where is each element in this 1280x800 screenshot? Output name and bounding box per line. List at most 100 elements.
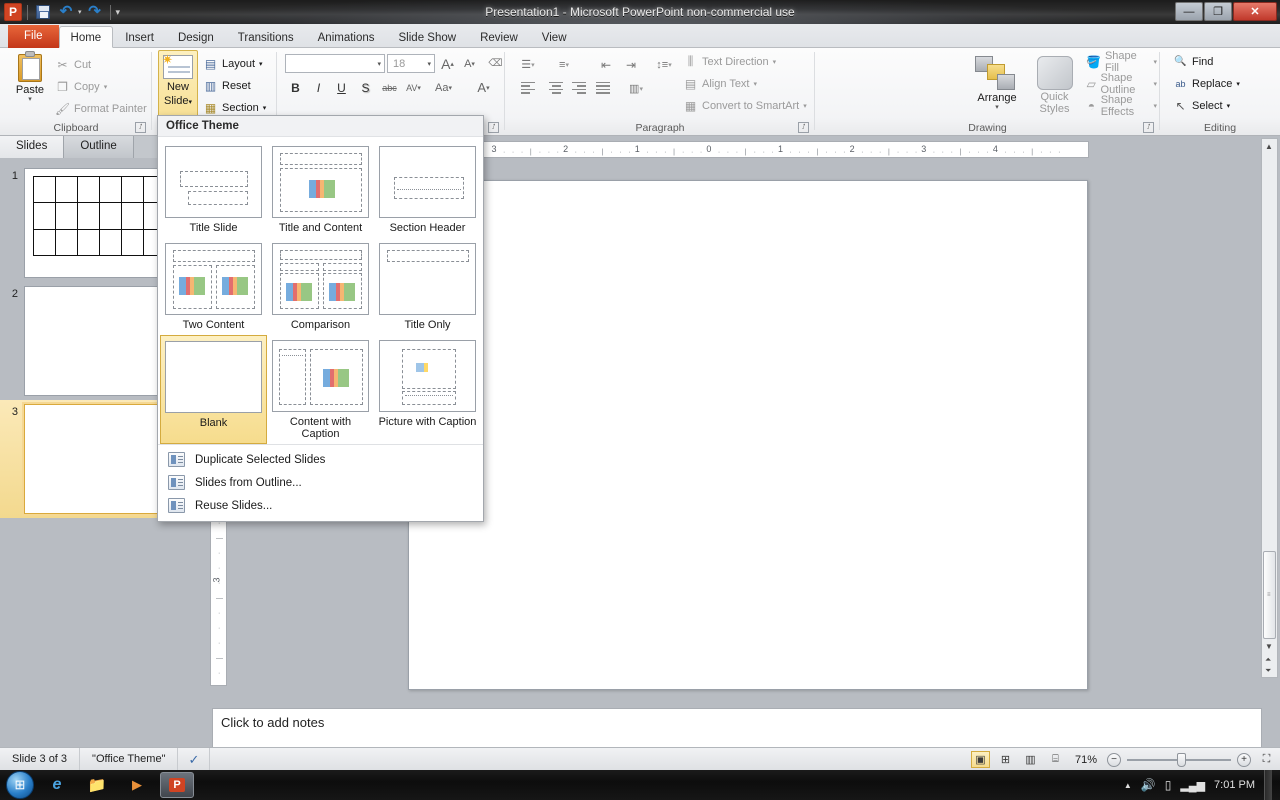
justify-button[interactable]: [592, 78, 614, 99]
text-shadow-button[interactable]: S: [355, 77, 376, 98]
scroll-up-icon[interactable]: ▲: [1265, 142, 1273, 151]
arrange-button[interactable]: Arrange ▾: [967, 54, 1027, 111]
increase-indent-button[interactable]: ⇥: [620, 54, 642, 75]
font-color-button[interactable]: A ▾: [473, 77, 494, 98]
zoom-slider[interactable]: [1127, 752, 1231, 767]
tab-view[interactable]: View: [530, 26, 579, 48]
status-right-controls[interactable]: ▣ ⊞ ▥ ⌸ 71% − + ⛶: [970, 748, 1276, 771]
previous-slide-icon[interactable]: ⏶: [1265, 655, 1271, 665]
zoom-slider-handle[interactable]: [1177, 752, 1186, 767]
shape-fill-button[interactable]: 🪣 Shape Fill ▾: [1083, 50, 1160, 74]
change-case-button[interactable]: Aa ▾: [433, 77, 454, 98]
window-controls[interactable]: — ❐ ✕: [1175, 2, 1277, 21]
select-caret-icon[interactable]: ▾: [1227, 102, 1231, 110]
paragraph-dialog-launcher[interactable]: ⭜: [798, 122, 809, 133]
text-direction-caret-icon[interactable]: ▾: [773, 58, 777, 66]
notes-pane[interactable]: Click to add notes: [212, 708, 1262, 748]
layout-option-title-slide[interactable]: Title Slide: [160, 141, 267, 238]
minimize-button[interactable]: —: [1175, 2, 1203, 21]
reset-button[interactable]: ▥ Reset: [200, 75, 254, 96]
clear-formatting-button[interactable]: ⌫: [485, 53, 506, 74]
tab-file[interactable]: File: [8, 25, 59, 48]
underline-button[interactable]: U: [331, 77, 352, 98]
align-left-button[interactable]: [517, 78, 539, 99]
show-hidden-icons-button[interactable]: ▲: [1124, 781, 1132, 790]
sidebar-tab-outline[interactable]: Outline: [64, 136, 134, 158]
columns-button[interactable]: ▥ ▾: [625, 78, 647, 99]
tab-home[interactable]: Home: [58, 26, 114, 48]
align-text-caret-icon[interactable]: ▾: [754, 80, 758, 88]
start-button[interactable]: ⊞: [6, 771, 34, 799]
paste-caret-icon[interactable]: ▾: [8, 96, 52, 103]
tab-insert[interactable]: Insert: [113, 26, 166, 48]
bold-button[interactable]: B: [285, 77, 306, 98]
layout-option-blank[interactable]: Blank: [160, 335, 267, 444]
slide-canvas[interactable]: [408, 180, 1088, 690]
slideshow-button[interactable]: ⌸: [1046, 751, 1065, 768]
taskbar-item-powerpoint[interactable]: P: [160, 772, 194, 798]
font-size-caret-icon[interactable]: ▾: [427, 60, 431, 68]
close-button[interactable]: ✕: [1233, 2, 1277, 21]
maximize-button[interactable]: ❐: [1204, 2, 1232, 21]
scrollbar-thumb[interactable]: ≡: [1263, 551, 1276, 639]
convert-to-smartart-button[interactable]: ▦ Convert to SmartArt ▾: [680, 95, 810, 116]
decrease-indent-button[interactable]: ⇤: [595, 54, 617, 75]
copy-button[interactable]: ❐ Copy ▾: [52, 76, 110, 97]
zoom-out-button[interactable]: −: [1107, 752, 1121, 767]
slide-thumbnail[interactable]: [24, 404, 172, 514]
find-button[interactable]: 🔍 Find: [1170, 51, 1216, 72]
section-caret-icon[interactable]: ▾: [263, 104, 267, 112]
zoom-in-button[interactable]: +: [1237, 752, 1251, 767]
bullets-button[interactable]: ☰ ▾: [517, 54, 539, 75]
shape-effects-button[interactable]: ◓ Shape Effects ▾: [1083, 94, 1160, 118]
shape-fill-caret-icon[interactable]: ▾: [1153, 58, 1157, 66]
system-tray[interactable]: ▲ 🔊 ▯ ▂▄▆ 7:01 PM: [1124, 770, 1280, 800]
font-size-input[interactable]: 18 ▾: [387, 54, 435, 73]
shrink-font-button[interactable]: A ▾: [459, 53, 480, 74]
shape-outline-button[interactable]: ▱ Shape Outline ▾: [1083, 72, 1160, 96]
taskbar-items[interactable]: e 📁 ▶ P: [34, 772, 194, 798]
slide-sorter-button[interactable]: ⊞: [996, 751, 1015, 768]
layout-option-section-header[interactable]: Section Header: [374, 141, 481, 238]
text-direction-button[interactable]: ⫼ Text Direction ▾: [680, 51, 779, 72]
copy-caret-icon[interactable]: ▾: [104, 83, 108, 91]
align-center-button[interactable]: [545, 78, 567, 99]
spellcheck-button[interactable]: ✓: [178, 747, 211, 771]
smartart-caret-icon[interactable]: ▾: [803, 102, 807, 110]
grow-font-button[interactable]: A ▴: [437, 53, 458, 74]
layout-option-title-only[interactable]: Title Only: [374, 238, 481, 335]
character-spacing-button[interactable]: AV ▾: [403, 77, 424, 98]
numbering-button[interactable]: ≡ ▾: [553, 54, 575, 75]
menu-item-reuse-slides[interactable]: Reuse Slides...: [158, 494, 483, 517]
tab-animations[interactable]: Animations: [306, 26, 387, 48]
layout-option-picture-with-caption[interactable]: Picture with Caption: [374, 335, 481, 444]
replace-button[interactable]: ab Replace ▾: [1170, 73, 1243, 94]
paste-button[interactable]: Paste ▾: [8, 51, 52, 103]
new-slide-caret-icon[interactable]: ▾: [188, 99, 192, 106]
clipboard-dialog-launcher[interactable]: ⭜: [135, 122, 146, 133]
taskbar-item-media-player[interactable]: ▶: [120, 772, 154, 798]
layout-option-title-and-content[interactable]: Title and Content: [267, 141, 374, 238]
scroll-down-icon[interactable]: ▼: [1265, 642, 1273, 651]
align-text-button[interactable]: ▤ Align Text ▾: [680, 73, 760, 94]
cut-button[interactable]: ✂ Cut: [52, 54, 94, 75]
slide-thumbnail[interactable]: [24, 168, 172, 278]
layout-button[interactable]: ▤ Layout ▾: [200, 53, 266, 74]
slide-thumbnail[interactable]: [24, 286, 172, 396]
quick-styles-button[interactable]: Quick Styles: [1027, 54, 1082, 115]
tab-review[interactable]: Review: [468, 26, 530, 48]
tab-transitions[interactable]: Transitions: [226, 26, 306, 48]
font-name-caret-icon[interactable]: ▾: [377, 60, 381, 68]
replace-caret-icon[interactable]: ▾: [1236, 80, 1240, 88]
arrange-caret-icon[interactable]: ▾: [967, 104, 1027, 111]
align-right-button[interactable]: [568, 78, 590, 99]
layout-option-content-with-caption[interactable]: Content with Caption: [267, 335, 374, 444]
format-painter-button[interactable]: 🖌 Format Painter: [52, 98, 150, 119]
menu-item-duplicate-selected-slides[interactable]: Duplicate Selected Slides: [158, 448, 483, 471]
normal-view-button[interactable]: ▣: [970, 751, 990, 768]
menu-item-slides-from-outline[interactable]: Slides from Outline...: [158, 471, 483, 494]
network-icon[interactable]: ▂▄▆: [1180, 779, 1205, 792]
tab-design[interactable]: Design: [166, 26, 226, 48]
select-button[interactable]: ↖ Select ▾: [1170, 95, 1233, 116]
vertical-scrollbar[interactable]: ▲ ≡ ▼ ⏶ ⏷: [1261, 138, 1278, 678]
